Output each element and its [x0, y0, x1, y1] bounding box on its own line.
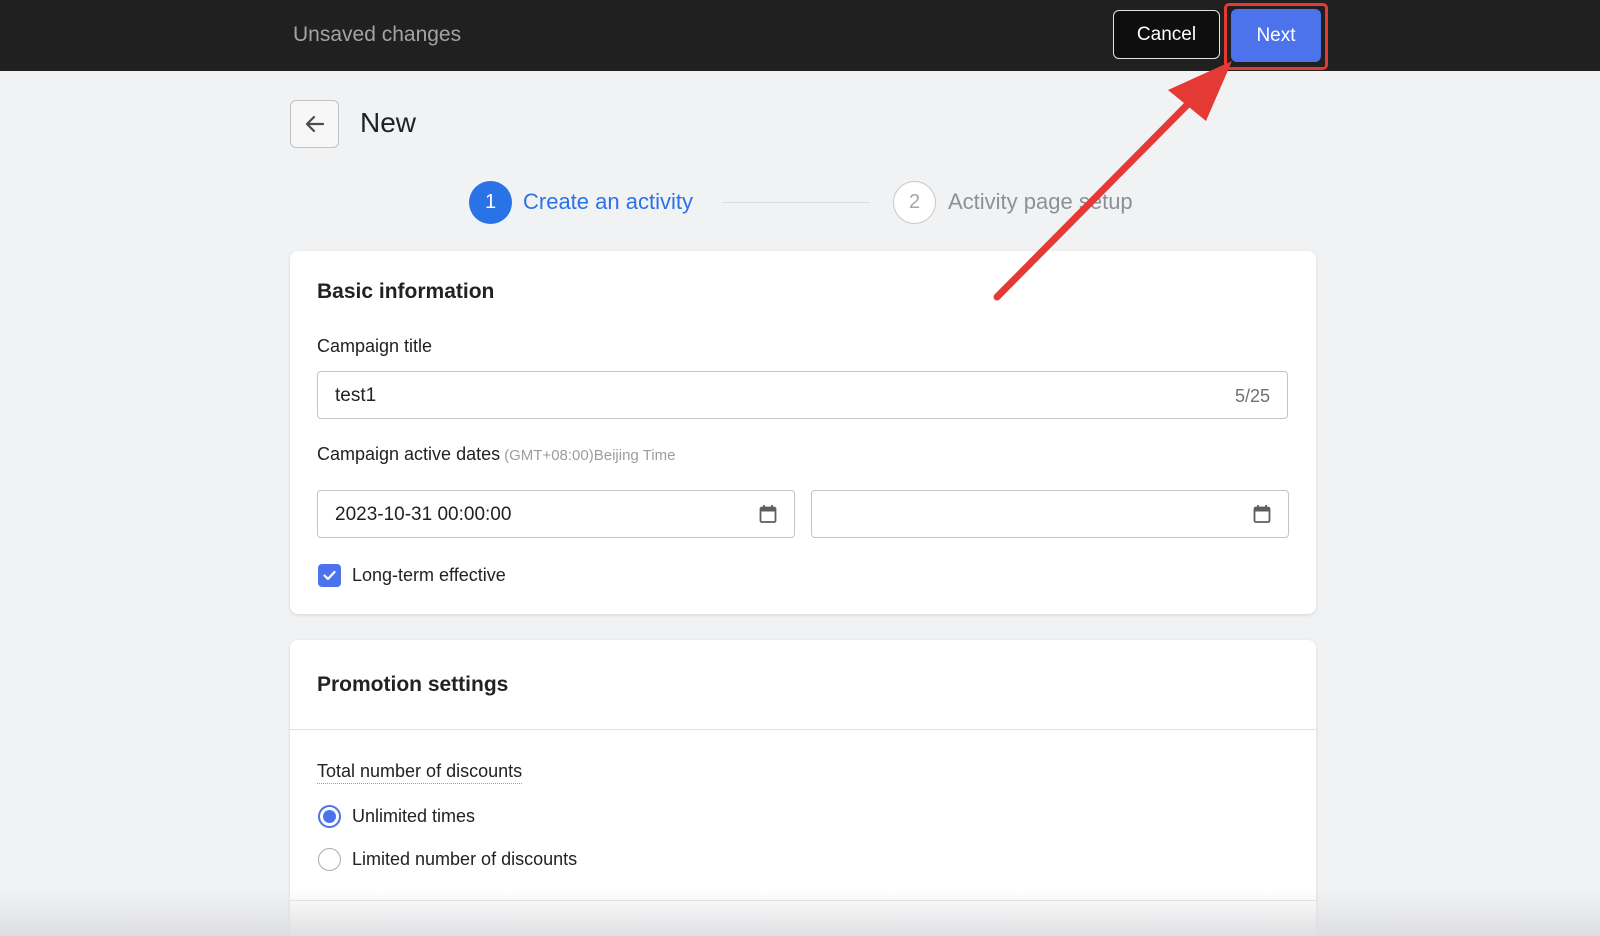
unsaved-changes-text: Unsaved changes [293, 23, 462, 46]
step-1-indicator: 1 [469, 181, 512, 224]
next-button[interactable]: Next [1231, 9, 1321, 62]
promotion-settings-card: Promotion settings Total number of disco… [290, 640, 1316, 936]
back-button[interactable] [290, 100, 339, 148]
step-1-label: Create an activity [523, 189, 693, 214]
start-date-value: 2023-10-31 00:00:00 [335, 504, 512, 525]
page-title: New [360, 107, 417, 138]
cancel-button[interactable]: Cancel [1113, 10, 1220, 59]
promotion-settings-title: Promotion settings [317, 673, 509, 696]
long-term-checkbox[interactable] [318, 564, 341, 587]
timezone-hint: (GMT+08:00)Beijing Time [504, 447, 676, 464]
limited-discounts-label[interactable]: Limited number of discounts [352, 849, 577, 870]
total-discounts-label: Total number of discounts [317, 761, 523, 784]
character-counter: 5/25 [1234, 386, 1270, 406]
campaign-active-dates-text: Campaign active dates [317, 444, 501, 464]
start-date-input[interactable]: 2023-10-31 00:00:00 [317, 490, 795, 538]
step-2-indicator: 2 [893, 181, 936, 224]
section-divider-bottom [290, 900, 1316, 901]
section-divider [290, 729, 1316, 730]
campaign-title-input[interactable]: test1 5/25 [317, 371, 1288, 419]
top-bar: Unsaved changes Cancel Next [0, 0, 1600, 71]
unlimited-times-label[interactable]: Unlimited times [352, 806, 475, 827]
campaign-title-label: Campaign title [317, 336, 433, 356]
long-term-label[interactable]: Long-term effective [352, 565, 506, 586]
calendar-icon[interactable] [1253, 504, 1271, 524]
total-discounts-text: Total number of discounts [317, 761, 523, 784]
step-2-label: Activity page setup [948, 189, 1133, 214]
campaign-active-dates-label: Campaign active dates (GMT+08:00)Beijing … [317, 444, 675, 465]
calendar-icon[interactable] [759, 504, 777, 524]
basic-information-title: Basic information [317, 280, 495, 303]
campaign-title-value: test1 [335, 385, 377, 406]
checkmark-icon [323, 570, 336, 581]
step-connector [722, 202, 870, 203]
end-date-input[interactable] [811, 490, 1289, 538]
limited-discounts-radio[interactable] [318, 848, 341, 871]
basic-information-card: Basic information Campaign title test1 5… [290, 251, 1316, 614]
unlimited-times-radio[interactable] [318, 805, 341, 828]
arrow-left-icon [305, 115, 324, 133]
